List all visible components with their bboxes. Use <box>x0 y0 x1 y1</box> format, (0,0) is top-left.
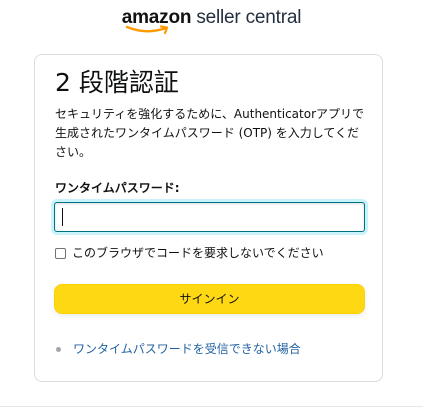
remember-device-checkbox[interactable] <box>55 247 66 259</box>
remember-device-label[interactable]: このブラウザでコードを要求しないでください <box>72 244 324 262</box>
sign-in-button[interactable]: サインイン <box>54 284 365 314</box>
otp-input[interactable] <box>54 202 365 232</box>
otp-label: ワンタイムパスワード: <box>55 181 180 195</box>
instructions-text: セキュリティを強化するために、Authenticatorアプリで生成されたワンタ… <box>55 107 365 159</box>
two-step-verification-card: 2 段階認証 セキュリティを強化するために、Authenticatorアプリで生… <box>34 54 383 382</box>
bullet-icon <box>56 346 61 352</box>
logo-seller-central-wordmark: seller central <box>191 7 302 28</box>
otp-not-received-link[interactable]: ワンタイムパスワードを受信できない場合 <box>73 340 301 358</box>
amazon-smile-icon <box>125 25 168 35</box>
remember-device-option[interactable]: このブラウザでコードを要求しないでください <box>55 243 324 263</box>
footer-divider <box>0 406 423 407</box>
help-links: ワンタイムパスワードを受信できない場合 <box>55 339 301 359</box>
help-list-item: ワンタイムパスワードを受信できない場合 <box>55 339 301 359</box>
text-cursor <box>62 208 63 226</box>
page-title: 2 段階認証 <box>55 68 179 97</box>
amazon-seller-central-logo[interactable]: amazon seller central <box>0 6 423 36</box>
